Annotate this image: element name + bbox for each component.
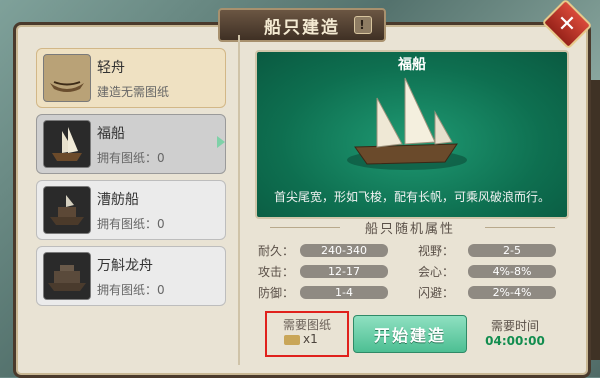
ship-subtext: 拥有图纸：0: [97, 151, 165, 165]
start-build-button[interactable]: 开始建造: [353, 315, 467, 353]
time-label: 需要时间: [490, 319, 539, 333]
attr-label: 耐久：: [258, 244, 295, 258]
ship-subtext: 拥有图纸：0: [97, 217, 165, 231]
preview-description: 首尖尾宽，形如飞梭，配有长帆，可乘风破浪而行。: [273, 190, 550, 204]
ship-item-qingzhou[interactable]: 轻舟 建造无需图纸: [36, 48, 226, 108]
blueprint-icon: [284, 335, 300, 345]
panel-divider: [238, 35, 240, 365]
attr-label: 攻击：: [258, 265, 295, 279]
ship-preview: 福船 首尖尾宽，形如飞梭，配有长帆，可乘风破浪而行。: [255, 50, 569, 219]
ship-item-caofang[interactable]: 漕舫船 拥有图纸：0: [36, 180, 226, 240]
window-title: 船只建造 !: [218, 8, 386, 42]
ship-name: 漕舫船: [97, 192, 139, 208]
ship-name: 万斛龙舟: [97, 258, 153, 274]
window-title-text: 船只建造: [264, 17, 340, 38]
attr-value: 1-4: [300, 286, 388, 299]
dragon-boat-icon: [43, 252, 91, 300]
ship-subtext: 拥有图纸：0: [97, 283, 165, 297]
ship-item-wanhu[interactable]: 万斛龙舟 拥有图纸：0: [36, 246, 226, 306]
attr-value: 2%-4%: [468, 286, 556, 299]
fuchuan-ship-icon: [43, 120, 91, 168]
info-icon[interactable]: !: [354, 16, 372, 34]
attr-value: 4%-8%: [468, 265, 556, 278]
attr-value: 2-5: [468, 244, 556, 257]
attr-value: 240-340: [300, 244, 388, 257]
attr-label: 闪避：: [418, 286, 455, 300]
caofang-ship-icon: [43, 186, 91, 234]
section-divider-right: [485, 227, 555, 228]
selection-arrow-icon: [217, 136, 225, 148]
ship-name: 轻舟: [97, 60, 125, 76]
attr-label: 视野：: [418, 244, 455, 258]
ship-list: 轻舟 建造无需图纸 福船 拥有图纸：0 漕舫船 拥有图纸：0 万斛龙舟 拥有图纸…: [36, 48, 226, 312]
close-icon[interactable]: ✕: [548, 7, 586, 41]
ship-subtext: 建造无需图纸: [97, 85, 170, 99]
attr-label: 会心：: [418, 265, 455, 279]
ship-name: 福船: [97, 126, 125, 142]
time-value: 04:00:00: [485, 334, 545, 348]
attr-value: 12-17: [300, 265, 388, 278]
attr-label: 防御：: [258, 286, 295, 300]
required-blueprint-count: x1: [303, 332, 318, 346]
ship-item-fuchuan[interactable]: 福船 拥有图纸：0: [36, 114, 226, 174]
small-boat-icon: [43, 54, 91, 102]
required-blueprint-box: 需要图纸 x1: [265, 311, 349, 357]
required-blueprint-label: 需要图纸: [282, 318, 331, 332]
